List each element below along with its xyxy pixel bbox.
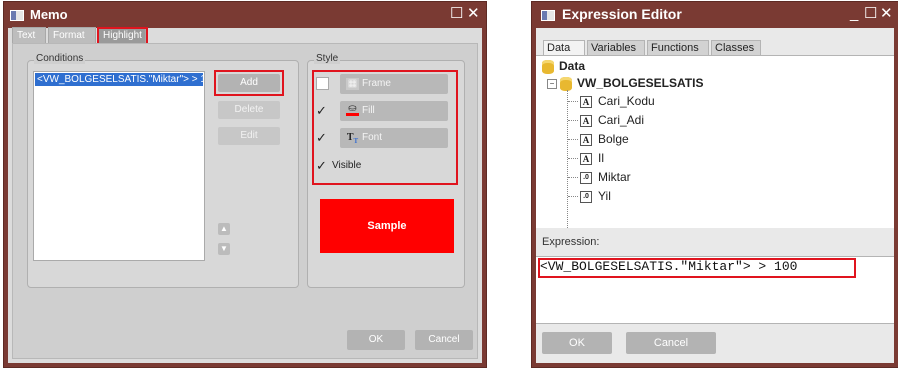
- conditions-group: Conditions <VW_BOLGESELSATIS."Miktar"> >…: [27, 53, 299, 288]
- tab-text[interactable]: Text: [12, 27, 46, 43]
- paint-bucket-icon: ⛀: [346, 104, 359, 116]
- style-label: Style: [314, 53, 341, 64]
- window-icon: [541, 10, 555, 21]
- field-label: Miktar: [598, 170, 631, 184]
- font-checkbox[interactable]: ✓: [316, 131, 329, 144]
- frame-checkbox[interactable]: [316, 77, 329, 90]
- visible-label: Visible: [332, 160, 362, 171]
- sample-preview: Sample: [320, 199, 454, 253]
- tab-classes[interactable]: Classes: [711, 40, 761, 55]
- expression-text: <VW_BOLGESELSATIS."Miktar"> > 100: [540, 259, 798, 274]
- maximize-icon[interactable]: ☐: [864, 6, 877, 22]
- expression-editor-window: Expression Editor _ ☐ ✕ Data Variables F…: [532, 2, 898, 367]
- frame-icon: ▦: [346, 78, 359, 90]
- expr-client: Data Variables Functions Classes Data − …: [536, 28, 894, 363]
- ok-button[interactable]: OK: [347, 330, 405, 350]
- frame-button[interactable]: ▦ Frame: [340, 74, 448, 94]
- tree-field-node[interactable]: A Cari_Adi: [580, 112, 644, 128]
- window-icon: [10, 10, 24, 21]
- tab-format[interactable]: Format: [48, 27, 96, 43]
- field-label: Bolge: [598, 132, 629, 146]
- font-row: ✓ TT Font: [316, 128, 456, 148]
- field-label: Cari_Adi: [598, 113, 645, 127]
- tree-field-node[interactable]: .0 Yil: [580, 188, 611, 204]
- tree-branch: [568, 177, 578, 178]
- font-button[interactable]: TT Font: [340, 128, 448, 148]
- table-icon: [560, 76, 572, 91]
- font-label: Font: [362, 132, 383, 143]
- tree-branch: [568, 101, 578, 102]
- text-field-icon: A: [580, 133, 592, 146]
- text-field-icon: A: [580, 152, 592, 165]
- database-icon: [542, 59, 554, 74]
- expr-title: Expression Editor: [562, 6, 682, 22]
- cancel-button[interactable]: Cancel: [626, 332, 716, 354]
- fill-row: ✓ ⛀ Fill: [316, 101, 456, 121]
- tab-variables[interactable]: Variables: [587, 40, 645, 55]
- data-tree[interactable]: Data − VW_BOLGESELSATIS A Cari_Kodu A Cari…: [536, 55, 894, 228]
- numeric-field-icon: .0: [580, 171, 592, 184]
- frame-row: ▦ Frame: [316, 74, 456, 94]
- frame-label: Frame: [362, 78, 391, 89]
- tree-table-node[interactable]: VW_BOLGESELSATIS: [560, 75, 703, 91]
- tree-field-node[interactable]: .0 Miktar: [580, 169, 631, 185]
- tab-highlight[interactable]: Highlight: [98, 27, 146, 43]
- move-down-icon[interactable]: ▼: [218, 243, 230, 255]
- expr-titlebar: Expression Editor _ ☐ ✕: [532, 2, 898, 28]
- font-icon: TT: [346, 132, 359, 145]
- field-label: Il: [598, 151, 604, 165]
- collapse-icon[interactable]: −: [547, 79, 557, 89]
- text-field-icon: A: [580, 95, 592, 108]
- tree-branch: [568, 139, 578, 140]
- cancel-button[interactable]: Cancel: [415, 330, 473, 350]
- text-field-icon: A: [580, 114, 592, 127]
- numeric-field-icon: .0: [580, 190, 592, 203]
- tab-data[interactable]: Data: [543, 40, 585, 55]
- memo-client: Text Format Highlight Conditions <VW_BOL…: [8, 27, 482, 363]
- expression-label: Expression:: [542, 236, 600, 248]
- tree-table-label: VW_BOLGESELSATIS: [577, 76, 704, 90]
- add-button[interactable]: Add: [218, 74, 280, 92]
- tree-root-label: Data: [559, 59, 586, 73]
- fill-checkbox[interactable]: ✓: [316, 104, 329, 117]
- move-up-icon[interactable]: ▲: [218, 223, 230, 235]
- field-label: Yil: [598, 189, 611, 203]
- ok-button[interactable]: OK: [542, 332, 612, 354]
- memo-titlebar: Memo ☐ ✕: [4, 2, 486, 28]
- tree-branch: [568, 158, 578, 159]
- minimize-icon[interactable]: _: [850, 6, 858, 22]
- close-icon[interactable]: ✕: [880, 6, 893, 22]
- visible-checkbox[interactable]: ✓: [316, 159, 329, 172]
- condition-item[interactable]: <VW_BOLGESELSATIS."Miktar"> > 10: [35, 73, 203, 86]
- tree-field-node[interactable]: A Bolge: [580, 131, 629, 147]
- conditions-label: Conditions: [34, 53, 86, 64]
- edit-button[interactable]: Edit: [218, 127, 280, 145]
- field-label: Cari_Kodu: [598, 94, 655, 108]
- fill-label: Fill: [362, 105, 375, 116]
- memo-title: Memo: [30, 7, 68, 22]
- tree-field-node[interactable]: A Cari_Kodu: [580, 93, 655, 109]
- tab-functions[interactable]: Functions: [647, 40, 709, 55]
- memo-window: Memo ☐ ✕ Text Format Highlight Condition…: [4, 2, 486, 367]
- tree-field-node[interactable]: A Il: [580, 150, 604, 166]
- maximize-icon[interactable]: ☐: [450, 6, 463, 22]
- tree-root-node[interactable]: Data: [542, 58, 585, 74]
- conditions-list[interactable]: <VW_BOLGESELSATIS."Miktar"> > 10: [33, 71, 205, 261]
- highlight-panel: Conditions <VW_BOLGESELSATIS."Miktar"> >…: [12, 43, 478, 359]
- tree-branch: [568, 196, 578, 197]
- tree-branch: [568, 120, 578, 121]
- fill-button[interactable]: ⛀ Fill: [340, 101, 448, 121]
- delete-button[interactable]: Delete: [218, 101, 280, 119]
- tree-line: [567, 90, 568, 228]
- expression-input[interactable]: <VW_BOLGESELSATIS."Miktar"> > 100: [536, 256, 894, 324]
- style-group: Style ▦ Frame ✓ ⛀ Fill ✓ TT Font ✓ Visib…: [307, 53, 465, 288]
- visible-row: ✓ Visible: [316, 156, 416, 176]
- close-icon[interactable]: ✕: [467, 6, 480, 22]
